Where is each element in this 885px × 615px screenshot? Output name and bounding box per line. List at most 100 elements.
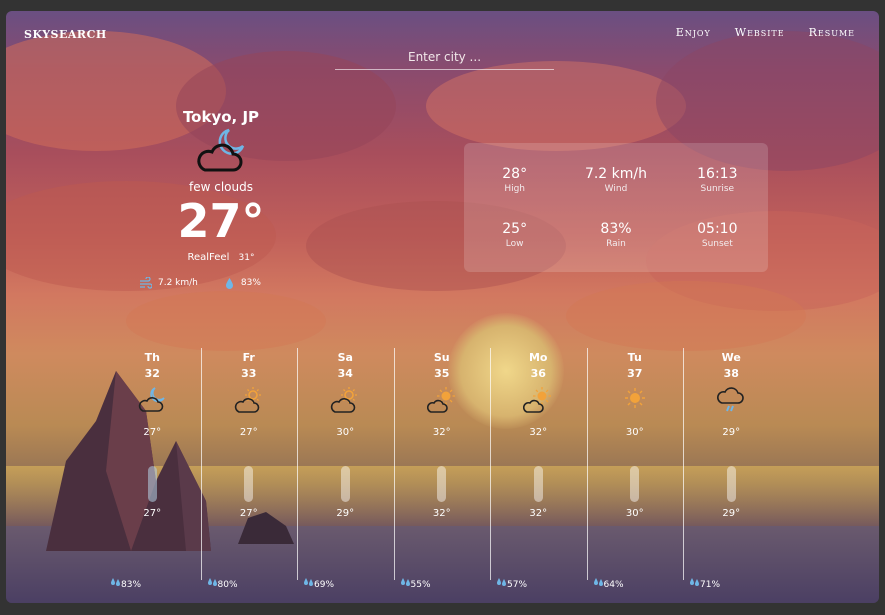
temp-range-bar	[104, 466, 201, 506]
day-rain: 83%	[110, 577, 141, 590]
day-separator	[490, 348, 491, 580]
stat-label: Rain	[606, 238, 626, 249]
current-meta: 7.2 km/h 83%	[139, 277, 261, 289]
day-name: Sa	[337, 351, 353, 364]
day-high-temp: 27°	[143, 427, 162, 438]
day-separator	[297, 348, 298, 580]
day-name: Tu	[627, 351, 642, 364]
rain-drop-icon	[400, 578, 410, 586]
temp-range-bar	[683, 466, 780, 506]
sun-icon	[587, 386, 684, 416]
condition-text: few clouds	[189, 180, 253, 194]
stat-high: 28° High	[464, 153, 565, 208]
current-humidity: 83%	[240, 278, 261, 288]
rain-drop-icon	[593, 578, 603, 586]
humidity-drop-icon	[225, 278, 233, 289]
stat-label: Sunrise	[700, 184, 735, 195]
rain-drop-icon	[497, 578, 506, 586]
day-name: Mo	[528, 351, 548, 364]
day-name: Fr	[242, 351, 255, 364]
day-low-temp: 29°	[722, 508, 741, 519]
temp-range-bar	[201, 466, 298, 506]
background-cloud	[426, 61, 686, 151]
stat-value: 05:10	[697, 220, 738, 237]
rain-value: 69%	[314, 580, 335, 590]
day-high-temp: 32°	[432, 427, 451, 438]
stat-label: High	[504, 184, 525, 195]
stat-label: Low	[505, 238, 524, 249]
day-rain: 71%	[689, 577, 720, 590]
day-number: 33	[241, 367, 257, 380]
stat-value: 28°	[502, 166, 528, 183]
realfeel: RealFeel 31°	[136, 252, 306, 263]
background-cloud	[566, 281, 806, 351]
day-low-temp: 32°	[529, 508, 548, 519]
sun-cloud-icon	[394, 386, 491, 416]
wind-icon	[140, 277, 152, 289]
day-low-temp: 27°	[143, 508, 162, 519]
stat-value: 16:13	[697, 166, 738, 183]
forecast-day[interactable]: Mo 36 32° 32° 57%	[490, 346, 587, 590]
day-low-temp: 27°	[239, 508, 258, 519]
stats-panel: 28° High 7.2 km/h Wind 16:13 Sunrise 25° Low…	[464, 143, 768, 272]
stat-value: 25°	[502, 220, 528, 237]
day-low-temp: 29°	[336, 508, 355, 519]
day-number: 34	[337, 367, 353, 380]
stat-sunrise: 16:13 Sunrise	[667, 153, 768, 208]
day-number: 32	[144, 367, 160, 380]
stat-low: 25° Low	[464, 208, 565, 263]
rain-value: 71%	[700, 580, 721, 590]
realfeel-label: RealFeel	[187, 252, 230, 263]
current-temperature: 27°	[177, 194, 265, 248]
temp-range-bar	[394, 466, 491, 506]
day-number: 35	[434, 367, 450, 380]
rain-value: 80%	[217, 580, 238, 590]
top-nav: Enjoy Website Resume	[676, 26, 855, 39]
moon-cloud-icon	[197, 128, 245, 172]
forecast-strip: Th 32 27° 27° 83% Fr 33 27° 27° 80% Sa 3…	[104, 346, 879, 590]
nav-resume[interactable]: Resume	[809, 26, 855, 39]
day-rain: 64%	[593, 577, 624, 590]
day-separator	[200, 348, 202, 580]
brand-logo[interactable]: SKYSEARCH	[24, 28, 107, 41]
forecast-day[interactable]: Su 35 32° 32° 55%	[393, 346, 491, 590]
day-separator	[683, 348, 684, 580]
sun-cloud-icon	[490, 386, 587, 416]
sun-cloud-icon	[201, 386, 298, 416]
sun-cloud-icon	[297, 386, 394, 416]
day-low-temp: 32°	[432, 508, 451, 519]
stat-rain: 83% Rain	[565, 208, 666, 263]
day-rain: 69%	[303, 577, 334, 590]
day-separator	[586, 348, 588, 580]
day-low-temp: 30°	[625, 508, 644, 519]
day-high-temp: 30°	[625, 427, 644, 438]
day-rain: 55%	[400, 577, 431, 590]
day-high-temp: 32°	[529, 427, 548, 438]
forecast-day[interactable]: Fr 33 27° 27° 80%	[200, 346, 298, 590]
rain-drop-icon	[690, 578, 699, 586]
nav-enjoy[interactable]: Enjoy	[676, 26, 711, 39]
rain-value: 55%	[410, 580, 431, 590]
city-search-input[interactable]	[335, 45, 554, 70]
forecast-day[interactable]: Sa 34 30° 29° 69%	[297, 346, 394, 590]
forecast-day[interactable]: Th 32 27° 27° 83%	[104, 346, 201, 590]
forecast-day[interactable]: We 38 29° 29° 71%	[683, 346, 780, 590]
temp-range-bar	[490, 466, 587, 506]
day-number: 37	[627, 367, 643, 380]
rain-value: 83%	[121, 580, 142, 590]
day-high-temp: 29°	[722, 427, 741, 438]
stat-label: Sunset	[701, 238, 733, 249]
stat-wind: 7.2 km/h Wind	[565, 153, 666, 208]
current-wind: 7.2 km/h	[158, 278, 198, 288]
current-weather: Tokyo, JP few clouds 27° RealFeel 31°	[136, 108, 306, 263]
day-name: Th	[144, 351, 160, 364]
rain-value: 64%	[603, 580, 624, 590]
rain-drop-icon	[111, 578, 120, 586]
temp-range-bar	[587, 466, 684, 506]
nav-website[interactable]: Website	[735, 26, 785, 39]
day-number: 36	[530, 367, 546, 380]
forecast-day[interactable]: Tu 37 30° 30° 64%	[586, 346, 684, 590]
moon-cloud-icon	[104, 386, 201, 416]
rain-value: 57%	[507, 580, 528, 590]
background-cloud	[126, 291, 326, 351]
